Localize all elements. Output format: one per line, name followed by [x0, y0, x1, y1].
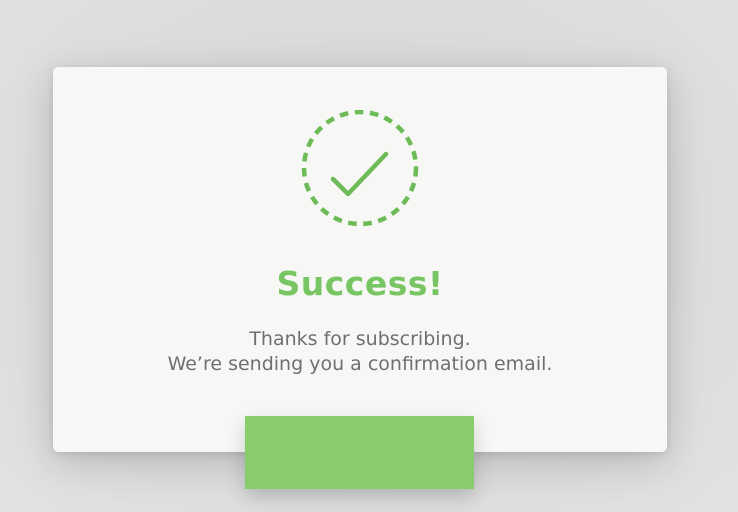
continue-button[interactable] [245, 416, 474, 489]
message-line-2: We’re sending you a confirmation email. [167, 353, 553, 375]
modal-title: Success! [276, 264, 444, 303]
backdrop: Success! Thanks for subscribing. We’re s… [0, 0, 738, 512]
modal-message: Thanks for subscribing. We’re sending yo… [53, 327, 667, 377]
check-circle-dashed-icon [300, 109, 420, 230]
message-line-1: Thanks for subscribing. [249, 328, 471, 350]
